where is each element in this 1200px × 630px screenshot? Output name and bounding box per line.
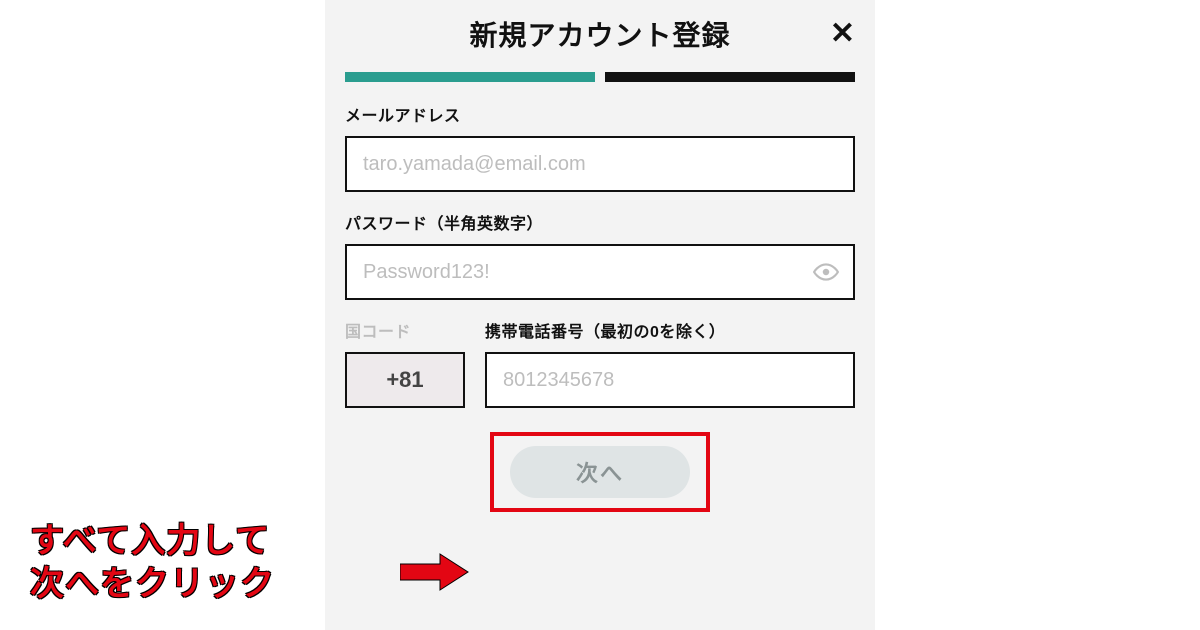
email-field-group: メールアドレス	[345, 102, 855, 192]
progress-step-2	[605, 72, 855, 82]
phone-row: 国コード +81 携帯電話番号（最初の0を除く）	[345, 318, 855, 408]
titlebar: 新規アカウント登録 ✕	[345, 4, 855, 64]
signup-panel: 新規アカウント登録 ✕ メールアドレス パスワード（半角英数字）	[325, 0, 875, 630]
password-input-wrap	[345, 244, 855, 300]
phone-field-group: 携帯電話番号（最初の0を除く）	[485, 318, 855, 408]
next-button[interactable]: 次へ	[510, 446, 690, 498]
password-input[interactable]	[363, 246, 837, 298]
country-code-label: 国コード	[345, 318, 465, 342]
next-button-highlight: 次へ	[490, 432, 710, 512]
arrow-icon	[400, 552, 470, 592]
show-password-icon[interactable]	[813, 259, 839, 285]
password-field-group: パスワード（半角英数字）	[345, 210, 855, 300]
phone-input[interactable]	[503, 354, 837, 406]
phone-input-wrap	[485, 352, 855, 408]
phone-label: 携帯電話番号（最初の0を除く）	[485, 318, 855, 342]
progress-step-1	[345, 72, 595, 82]
instruction-annotation: すべて入力して 次へをクリック	[30, 520, 275, 605]
page-title: 新規アカウント登録	[469, 14, 730, 54]
email-input[interactable]	[363, 138, 837, 190]
close-icon[interactable]: ✕	[830, 19, 855, 49]
country-code-group: 国コード +81	[345, 318, 465, 408]
country-code-select[interactable]: +81	[345, 352, 465, 408]
email-input-wrap	[345, 136, 855, 192]
progress-bar	[345, 72, 855, 82]
password-label: パスワード（半角英数字）	[345, 210, 855, 234]
email-label: メールアドレス	[345, 102, 855, 126]
